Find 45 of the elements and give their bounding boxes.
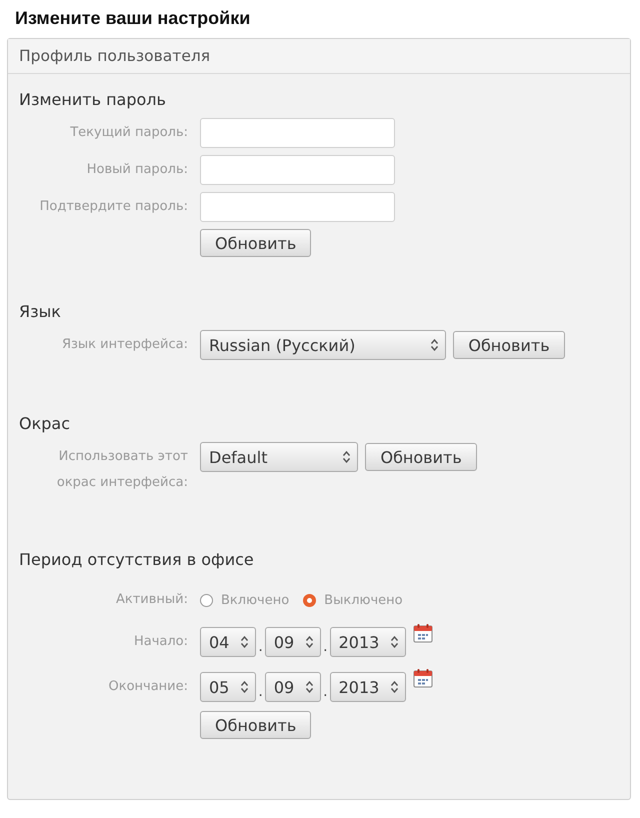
spin-box[interactable]: 04 [200, 627, 256, 657]
update-button[interactable]: Обновить [200, 711, 312, 739]
page-title: Измените ваши настройки [14, 7, 252, 29]
spin-box[interactable]: 09 [264, 672, 322, 702]
section-heading: Окрас [19, 414, 72, 434]
update-button[interactable]: Обновить [453, 331, 565, 359]
spin-box[interactable]: 2013 [330, 672, 406, 702]
date-separator: . [257, 683, 264, 702]
date-separator: . [322, 638, 329, 657]
field-label: Окончание: [107, 678, 189, 696]
field-label: Активный: [114, 591, 189, 609]
up-down-arrows-icon [306, 636, 314, 648]
section-heading: Период отсутствия в офисе [19, 550, 255, 570]
up-down-arrows-icon [241, 681, 248, 693]
calendar-icon[interactable] [413, 668, 434, 688]
section-heading: Язык [19, 302, 62, 322]
up-down-arrows-icon [241, 636, 248, 648]
up-down-arrows-icon [306, 681, 314, 693]
dropdown[interactable]: Russian (Русский) [200, 330, 446, 360]
field-label: Текущий пароль: [69, 124, 189, 142]
update-button[interactable]: Обновить [365, 443, 477, 471]
password-field[interactable] [200, 155, 395, 185]
field-label: Новый пароль: [86, 161, 189, 179]
spin-box[interactable]: 2013 [330, 627, 406, 657]
field-label: Начало: [132, 633, 189, 651]
field-label: Использовать этот окрас интерфейса: [56, 448, 189, 492]
spin-box[interactable]: 09 [264, 627, 322, 657]
password-field[interactable] [200, 118, 395, 148]
radio-button[interactable] [200, 594, 213, 606]
field-label: Язык интерфейса: [60, 336, 189, 354]
spin-box[interactable]: 05 [200, 672, 256, 702]
password-field[interactable] [200, 192, 395, 222]
date-separator: . [322, 683, 329, 702]
section-heading: Изменить пароль [19, 90, 167, 110]
panel-title: Профиль пользователя [19, 47, 210, 65]
up-down-arrows-icon [391, 681, 398, 693]
update-button[interactable]: Обновить [200, 229, 312, 257]
up-down-arrows-icon [431, 339, 438, 351]
dropdown[interactable]: Default [200, 442, 358, 472]
up-down-arrows-icon [343, 451, 350, 463]
up-down-arrows-icon [391, 636, 398, 648]
date-separator: . [257, 638, 264, 657]
calendar-icon[interactable] [413, 623, 434, 643]
field-label: Подтвердите пароль: [38, 198, 189, 216]
radio-button[interactable] [303, 594, 316, 606]
